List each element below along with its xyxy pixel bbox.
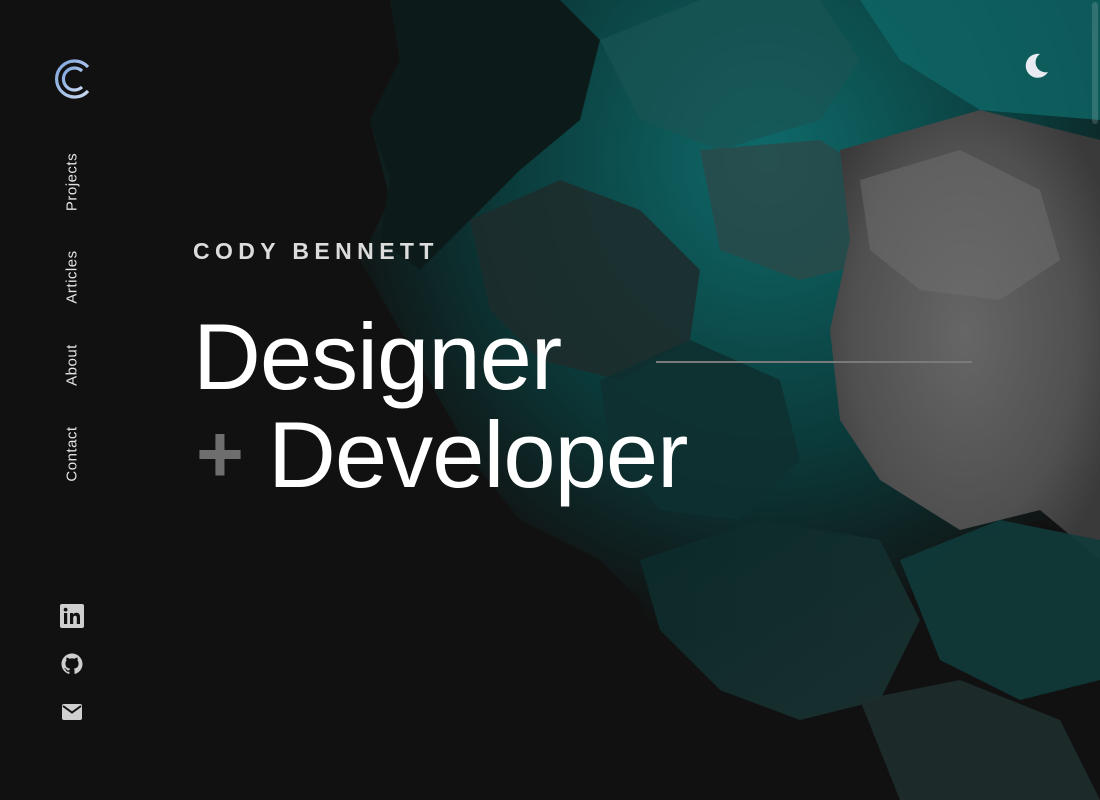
nav-item-projects[interactable]: Projects	[64, 153, 81, 211]
nav-item-articles[interactable]: Articles	[64, 250, 81, 303]
hero-title-developer: Developer	[268, 402, 688, 507]
hero-title-plus: +	[196, 409, 244, 500]
hero-title-designer: Designer	[193, 304, 562, 409]
nav-item-contact[interactable]: Contact	[64, 426, 81, 481]
hero-title-divider	[656, 361, 972, 363]
nav-item-about[interactable]: About	[64, 344, 81, 386]
github-icon[interactable]	[60, 652, 84, 676]
mail-icon[interactable]	[60, 700, 84, 724]
hero-intro-name: CODY BENNETT	[193, 238, 439, 264]
moon-icon[interactable]	[1020, 50, 1052, 82]
page: Projects Articles About Contact CODY BEN…	[0, 0, 1100, 800]
scrollbar[interactable]	[1092, 2, 1098, 124]
primary-nav: Projects Articles About Contact	[52, 145, 92, 495]
logo-icon[interactable]	[50, 56, 96, 102]
linkedin-icon[interactable]	[60, 604, 84, 628]
